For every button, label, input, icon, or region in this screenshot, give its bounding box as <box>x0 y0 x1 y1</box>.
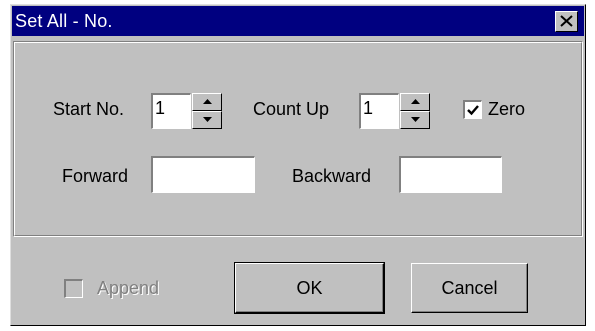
close-icon <box>560 15 573 27</box>
forward-field[interactable] <box>151 156 255 193</box>
title-bar[interactable]: Set All - No. <box>12 6 584 36</box>
arrow-down-icon <box>411 117 420 122</box>
zero-checkbox[interactable] <box>463 100 482 119</box>
append-checkbox[interactable] <box>64 279 83 298</box>
arrow-down-icon <box>203 117 212 122</box>
start-no-spinner[interactable] <box>192 93 222 129</box>
start-no-label: Start No. <box>53 99 125 119</box>
count-up-up-button[interactable] <box>400 93 430 111</box>
zero-label: Zero <box>488 99 526 119</box>
checkmark-icon <box>467 105 479 116</box>
start-no-up-button[interactable] <box>192 93 222 111</box>
backward-label: Backward <box>292 166 372 186</box>
ok-button[interactable]: OK <box>234 262 385 314</box>
window-title: Set All - No. <box>15 11 113 31</box>
close-button[interactable] <box>555 11 578 32</box>
count-up-field[interactable]: 1 <box>359 93 399 129</box>
set-all-dialog: Set All - No. Start No. 1 Count Up 1 Zer… <box>10 4 586 326</box>
backward-field[interactable] <box>399 156 502 193</box>
start-no-down-button[interactable] <box>192 111 222 129</box>
start-no-field[interactable]: 1 <box>151 93 191 129</box>
cancel-button[interactable]: Cancel <box>411 263 528 313</box>
arrow-up-icon <box>411 99 420 104</box>
forward-label: Forward <box>62 166 129 186</box>
count-up-spinner[interactable] <box>400 93 430 129</box>
append-label: Append <box>97 278 160 298</box>
settings-panel: Start No. 1 Count Up 1 Zero Forward Back… <box>13 41 583 237</box>
arrow-up-icon <box>203 99 212 104</box>
count-up-label: Count Up <box>253 99 330 119</box>
count-up-down-button[interactable] <box>400 111 430 129</box>
